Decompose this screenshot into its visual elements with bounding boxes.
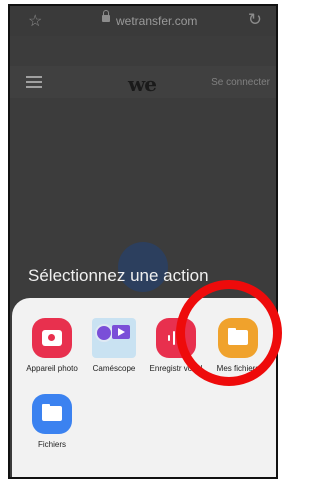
files-icon <box>32 394 72 434</box>
app-label: Caméscope <box>92 364 136 373</box>
app-camescope[interactable]: Caméscope <box>80 314 148 374</box>
app-label: Appareil photo <box>26 364 78 373</box>
login-link[interactable]: Se connecter <box>211 77 270 88</box>
red-annotation-circle <box>176 280 282 386</box>
url-domain[interactable]: wetransfer.com <box>116 14 197 28</box>
camcorder-icon <box>92 318 136 358</box>
lock-icon <box>102 10 110 22</box>
app-label: Fichiers <box>37 440 66 449</box>
wetransfer-logo[interactable]: we <box>128 72 157 96</box>
sheet-title: Sélectionnez une action <box>28 266 209 285</box>
app-fichiers[interactable]: Fichiers <box>18 394 86 450</box>
menu-icon[interactable] <box>26 76 42 88</box>
phone-screen: ☆ wetransfer.com ↻ we Se connecter Sélec… <box>8 4 278 479</box>
camera-icon <box>32 318 72 358</box>
site-header: we Se connecter <box>10 66 276 98</box>
app-appareil-photo[interactable]: Appareil photo <box>18 318 86 374</box>
reload-icon[interactable]: ↻ <box>248 10 262 30</box>
browser-url-bar: ☆ wetransfer.com ↻ <box>10 6 276 36</box>
bookmark-star-icon[interactable]: ☆ <box>28 11 42 31</box>
